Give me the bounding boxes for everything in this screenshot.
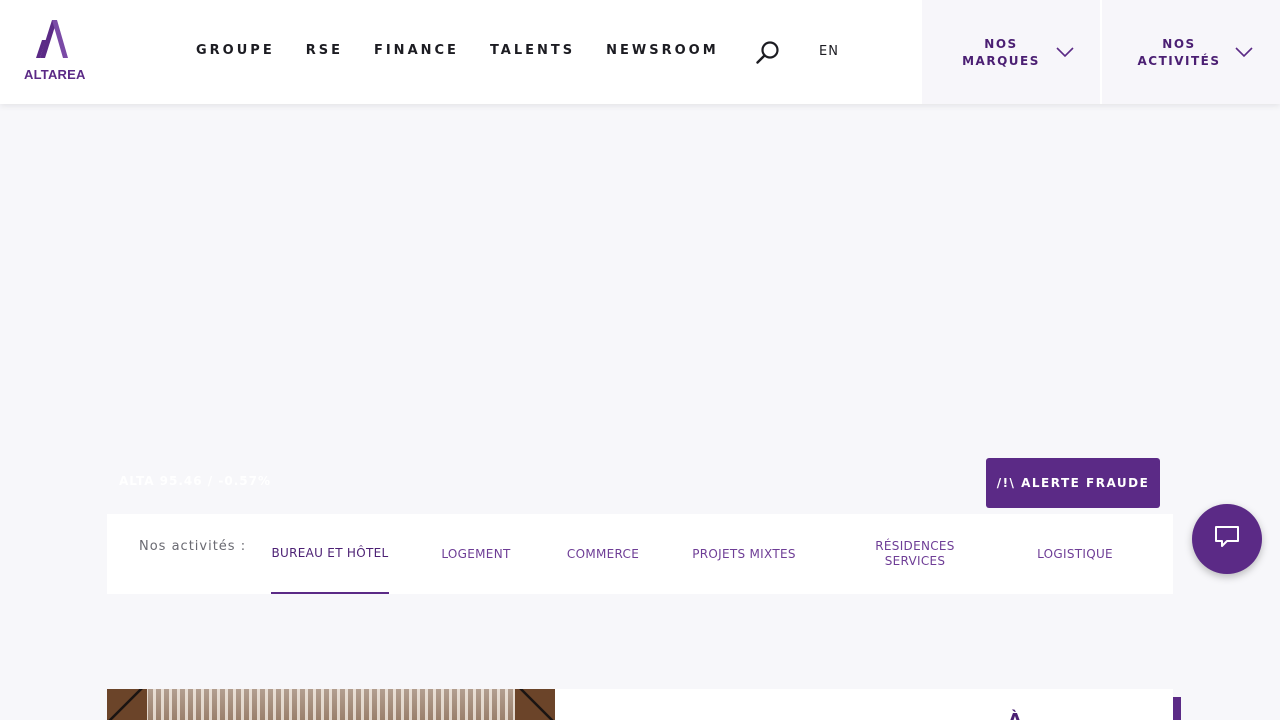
altarea-logo[interactable]: ALTAREA [22, 18, 86, 82]
dropdown-nos-activites[interactable]: NOS ACTIVITÉS [1102, 0, 1280, 104]
site-header: ALTAREA GROUPE RSE FINANCE TALENTS NEWSR… [0, 0, 1280, 104]
nav-item-talents[interactable]: TALENTS [490, 43, 575, 58]
card-image-beam-right [515, 689, 555, 720]
dropdown-nos-activites-label: NOS ACTIVITÉS [1137, 37, 1221, 68]
tab-commerce[interactable]: COMMERCE [551, 514, 655, 594]
tab-bureau-et-hotel[interactable]: BUREAU ET HÔTEL [271, 514, 389, 594]
dropdown-nos-marques-label: NOS MARQUES [962, 37, 1040, 68]
nav-item-rse[interactable]: RSE [306, 43, 343, 58]
card-image-beam-left [107, 689, 147, 720]
alerte-fraude-button[interactable]: /!\ ALERTE FRAUDE [986, 458, 1160, 508]
dropdown-nos-marques[interactable]: NOS MARQUES [922, 0, 1100, 104]
language-switch[interactable]: EN [819, 44, 839, 59]
nav-item-newsroom[interactable]: NEWSROOM [606, 43, 719, 58]
tab-residences-services[interactable]: RÉSIDENCES SERVICES [845, 514, 985, 594]
card-image [107, 689, 555, 720]
chat-icon [1214, 525, 1240, 553]
chevron-down-icon [1234, 44, 1254, 58]
chevron-down-icon [1055, 44, 1075, 58]
nav-item-finance[interactable]: FINANCE [374, 43, 459, 58]
nav-item-groupe[interactable]: GROUPE [196, 43, 275, 58]
logo-text: ALTAREA [24, 67, 86, 82]
stock-ticker: ALTA 95.46 / -0.57% [119, 474, 271, 488]
card-accent-bar [1173, 697, 1181, 720]
card-heading: À [1008, 710, 1022, 720]
card-image-ceiling [137, 689, 525, 720]
tab-logistique[interactable]: LOGISTIQUE [1019, 514, 1131, 594]
activities-tabs: Nos activités : BUREAU ET HÔTEL LOGEMENT… [107, 514, 1173, 594]
main-nav: GROUPE RSE FINANCE TALENTS NEWSROOM [196, 43, 750, 58]
altarea-logo-mark [36, 20, 68, 58]
card-text-panel [555, 689, 1173, 720]
tab-logement[interactable]: LOGEMENT [421, 514, 531, 594]
tab-projets-mixtes[interactable]: PROJETS MIXTES [691, 514, 797, 594]
chat-button[interactable] [1192, 504, 1262, 574]
search-icon[interactable] [754, 39, 782, 67]
activities-label: Nos activités : [139, 539, 247, 554]
